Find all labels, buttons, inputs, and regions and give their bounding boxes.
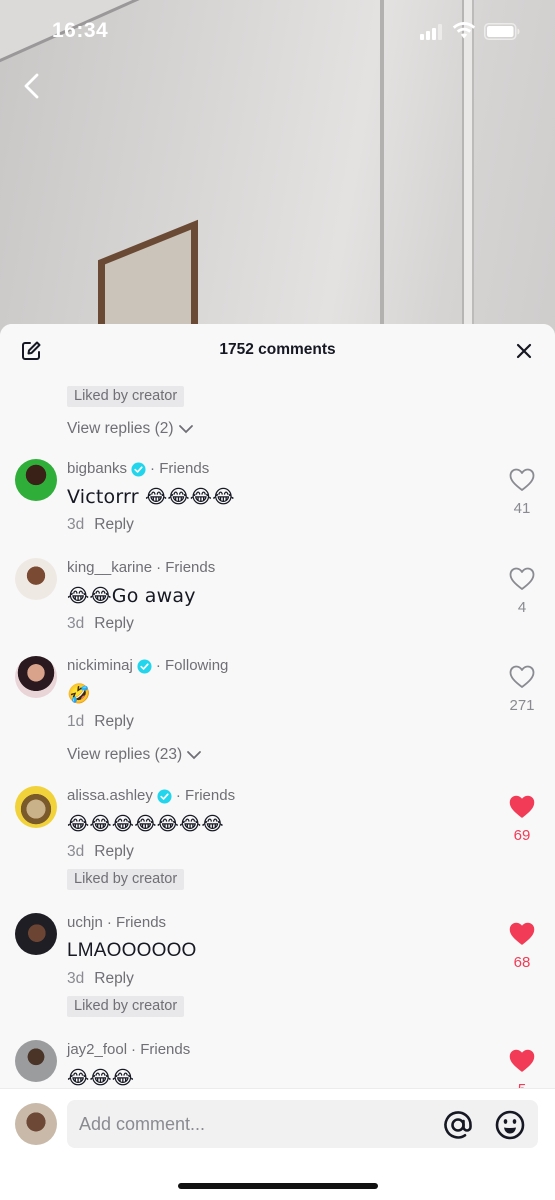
heart-icon	[509, 795, 535, 818]
comment-username[interactable]: king__karine	[67, 558, 152, 578]
avatar[interactable]	[15, 913, 57, 955]
like-button[interactable]: 68	[507, 921, 537, 971]
like-count: 5	[507, 1081, 537, 1088]
like-count: 4	[517, 599, 527, 616]
liked-by-creator-badge: Liked by creator	[67, 869, 185, 890]
comment-date: 3d	[67, 615, 85, 632]
comment-relation: · Friends	[156, 559, 216, 576]
heart-icon	[509, 468, 535, 491]
comment-relation: · Friends	[175, 787, 236, 804]
status-bar: 16:34	[0, 0, 555, 64]
avatar[interactable]	[15, 459, 57, 501]
heart-icon	[509, 665, 535, 688]
reply-button[interactable]: Reply	[94, 615, 134, 633]
comment-username[interactable]: alissa.ashley	[67, 786, 153, 806]
comment-date: 3d	[67, 970, 85, 987]
comment-relation: · Friends	[150, 460, 210, 477]
avatar[interactable]	[15, 656, 57, 698]
wifi-icon	[452, 22, 476, 39]
reply-button[interactable]: Reply	[94, 516, 134, 534]
comment-text: 😂😂Go away	[67, 585, 196, 607]
like-button[interactable]: 69	[507, 794, 537, 844]
close-button[interactable]	[511, 338, 537, 364]
comment-relation: · Friends	[106, 914, 167, 931]
avatar[interactable]	[15, 558, 57, 600]
comment-date: 1d	[67, 713, 85, 730]
comment-text: Victorrr 😂😂😂😂	[67, 486, 235, 508]
verified-icon	[137, 658, 152, 674]
my-avatar[interactable]	[15, 1103, 57, 1145]
emoji-icon	[495, 1110, 525, 1140]
like-button[interactable]: 4	[507, 566, 537, 616]
comment-username[interactable]: bigbanks	[67, 459, 127, 479]
comment-text: 😂😂😂	[67, 1067, 135, 1088]
heart-icon	[509, 922, 535, 945]
emoji-button[interactable]	[494, 1109, 526, 1141]
status-time: 16:34	[52, 19, 109, 42]
battery-icon	[484, 23, 520, 40]
reply-button[interactable]: Reply	[94, 713, 134, 731]
chevron-down-icon	[187, 751, 202, 760]
comment-username[interactable]: jay2_fool	[67, 1040, 127, 1060]
avatar[interactable]	[15, 786, 57, 828]
reply-button[interactable]: Reply	[94, 843, 134, 861]
chevron-down-icon	[178, 425, 193, 434]
sheet-header: 1752 comments	[0, 324, 555, 376]
heart-icon	[509, 1049, 535, 1072]
like-button[interactable]: 41	[507, 467, 537, 517]
avatar[interactable]	[15, 1040, 57, 1082]
liked-by-creator-badge: Liked by creator	[67, 386, 185, 407]
cellular-signal-icon	[420, 24, 442, 40]
comment-username[interactable]: nickiminaj	[67, 656, 133, 676]
view-replies-button[interactable]: View replies (2)	[67, 420, 194, 438]
comment-text: 🤣	[67, 683, 91, 705]
like-button[interactable]: 271	[507, 664, 537, 714]
close-icon	[516, 343, 532, 359]
liked-by-creator-badge: Liked by creator	[67, 996, 185, 1017]
comment-date: 3d	[67, 516, 85, 533]
like-count: 69	[513, 827, 531, 844]
like-count: 41	[513, 500, 531, 517]
back-chevron-icon	[24, 73, 39, 99]
mention-button[interactable]	[442, 1109, 474, 1141]
heart-icon	[509, 567, 535, 590]
verified-icon	[157, 788, 172, 804]
comment-text: 😂😂😂😂😂😂😂	[67, 813, 224, 835]
back-button[interactable]	[14, 68, 50, 104]
comment-list[interactable]: Liked by creator View replies (2) bigban…	[0, 376, 555, 1088]
comments-count-title: 1752 comments	[219, 341, 336, 358]
like-button[interactable]: 5	[507, 1048, 537, 1088]
comment-username[interactable]: uchjn	[67, 913, 103, 933]
comment-relation: · Following	[155, 657, 229, 674]
like-count: 271	[509, 697, 535, 714]
home-indicator	[178, 1183, 378, 1189]
comment-relation: · Friends	[131, 1041, 191, 1058]
like-count: 68	[513, 954, 531, 971]
verified-icon	[131, 461, 146, 477]
at-sign-icon	[444, 1111, 472, 1139]
comment-text: LMAOOOOOO	[67, 940, 197, 961]
comment-date: 3d	[67, 843, 85, 860]
comments-sheet: 1752 comments Liked by creator View repl…	[0, 324, 555, 1200]
view-replies-button[interactable]: View replies (23)	[67, 746, 202, 764]
reply-button[interactable]: Reply	[94, 970, 134, 988]
